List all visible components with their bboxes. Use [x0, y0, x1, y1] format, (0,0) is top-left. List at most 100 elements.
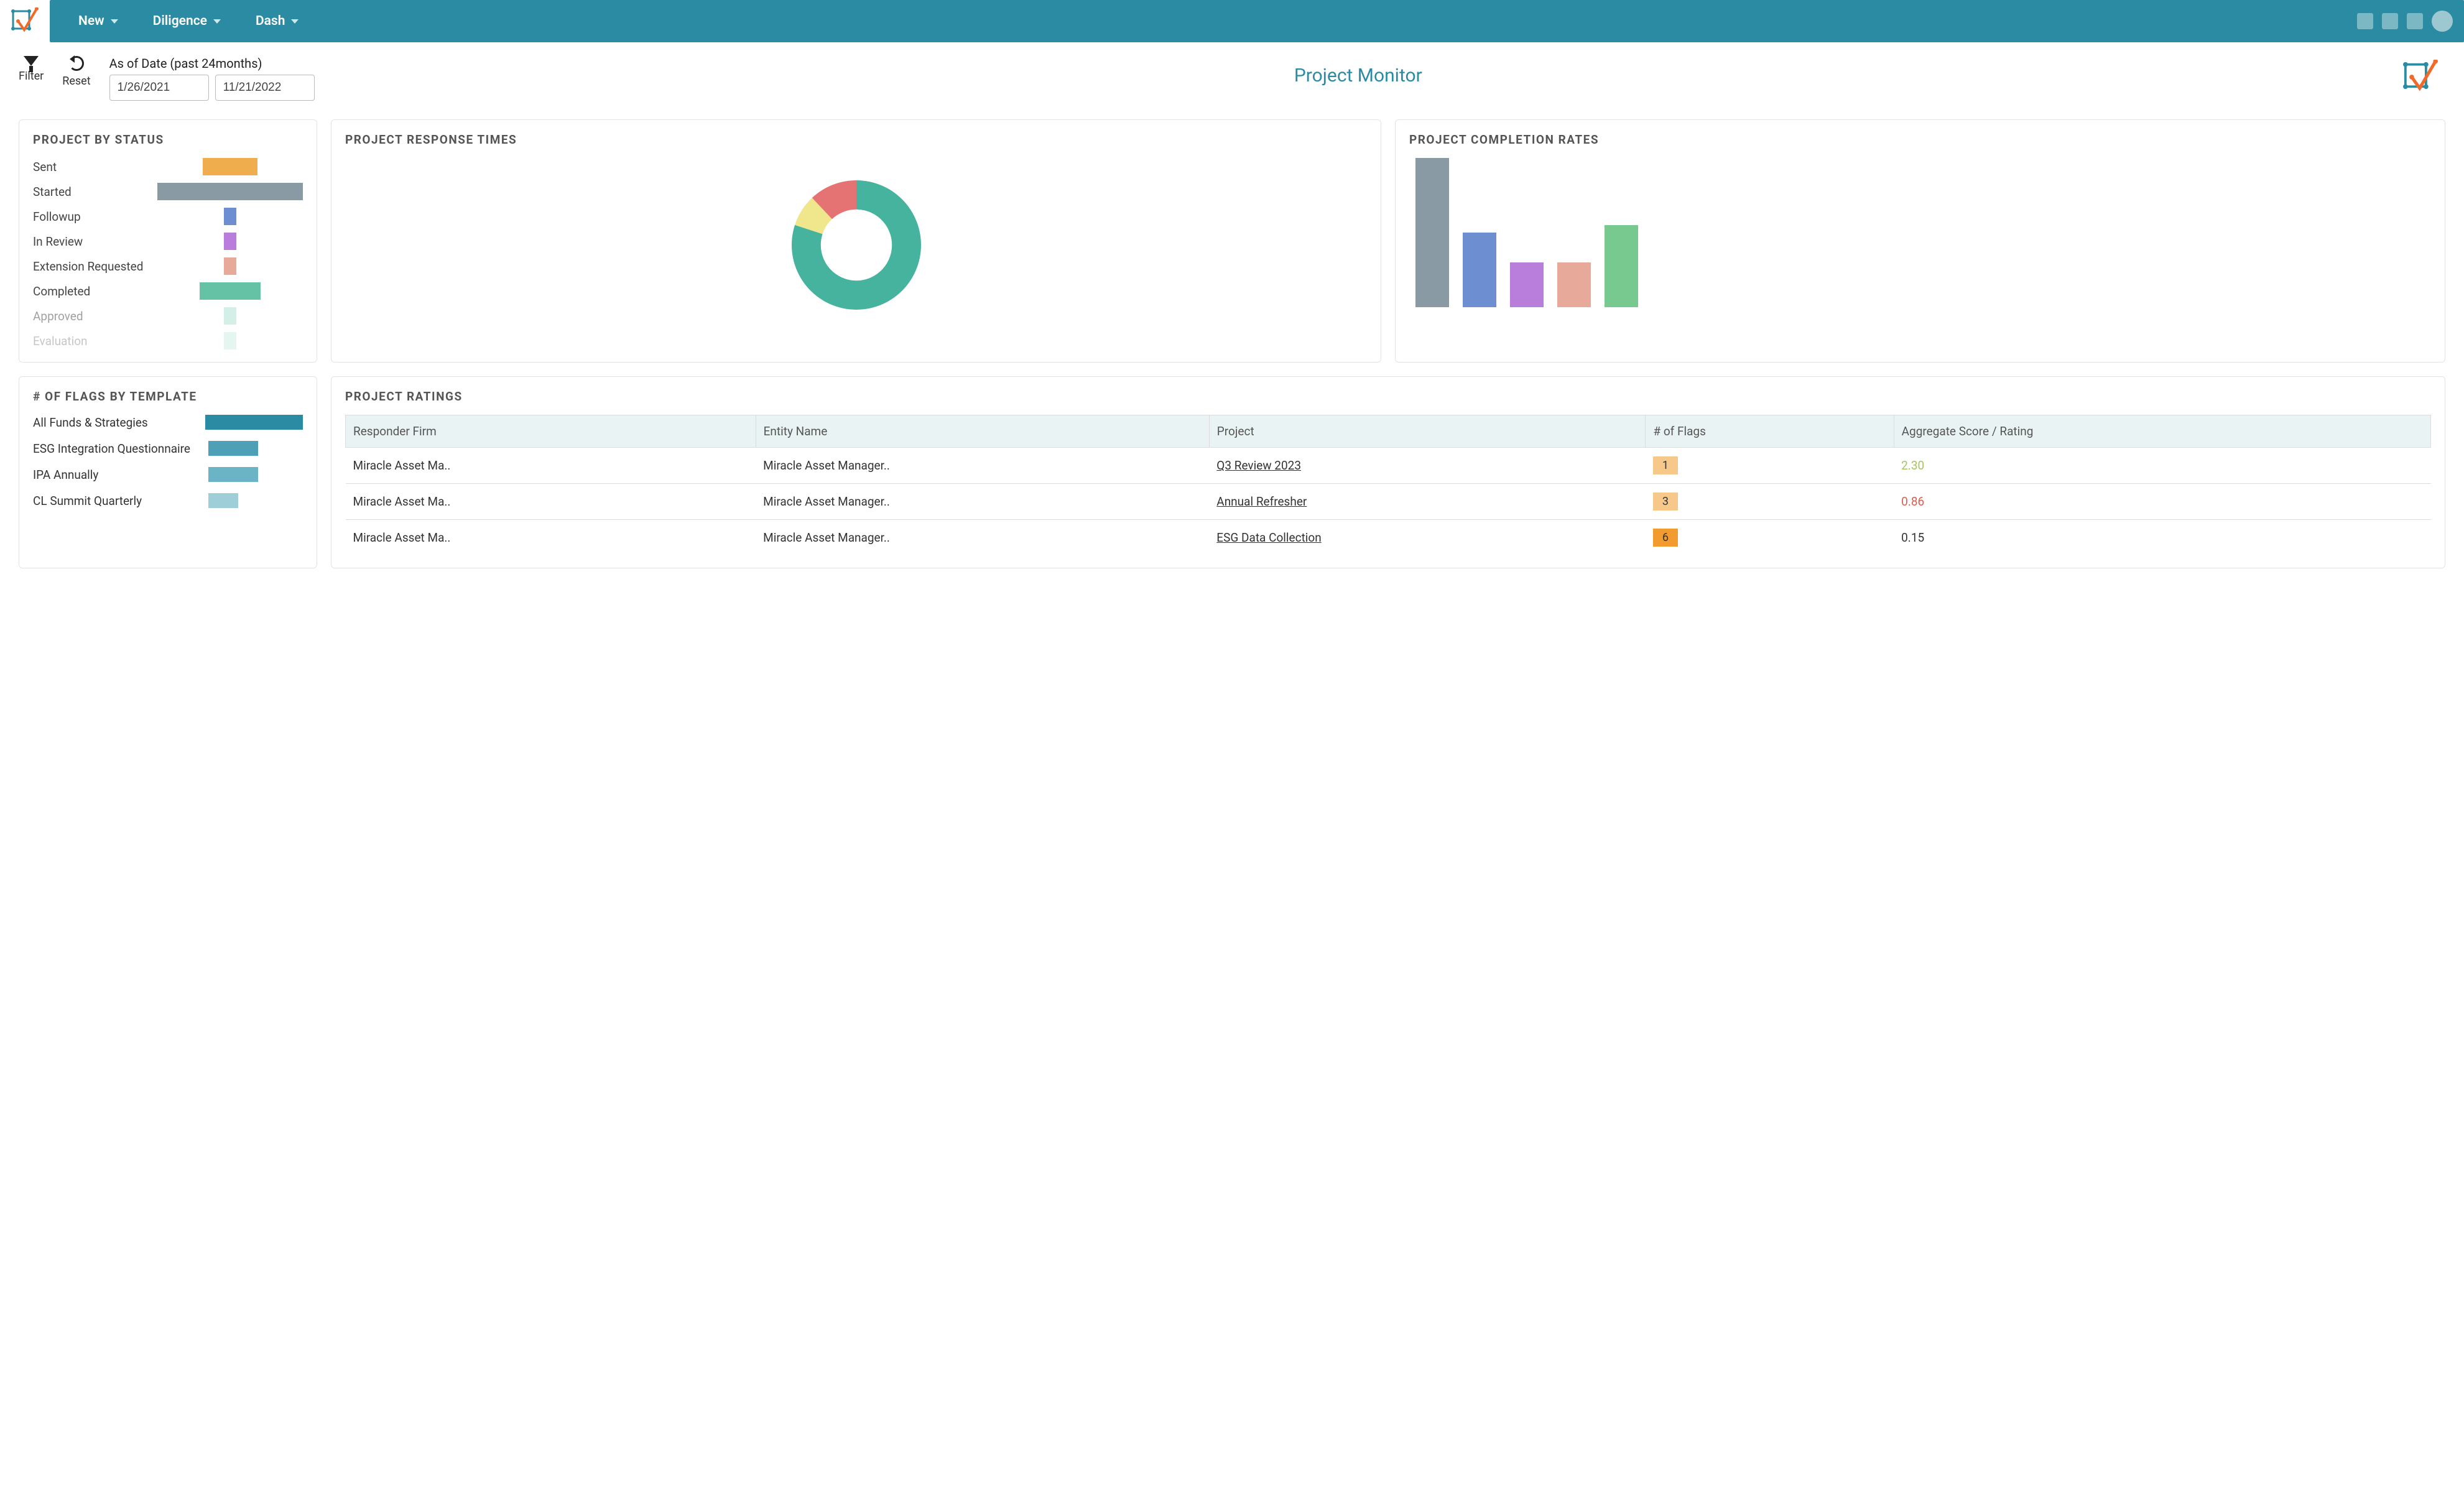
status-label: Sent: [33, 160, 157, 174]
nav-label: Dash: [256, 14, 285, 29]
status-row[interactable]: Followup: [33, 208, 303, 225]
project-cell: Q3 Review 2023: [1209, 448, 1646, 484]
project-cell: ESG Data Collection: [1209, 520, 1646, 556]
table-header[interactable]: Aggregate Score / Rating: [1894, 415, 2430, 448]
card-project-by-status: PROJECT BY STATUS Sent Started Followup In …: [19, 119, 317, 363]
status-track: [157, 233, 303, 250]
table-row: Miracle Asset Ma..Miracle Asset Manager.…: [346, 448, 2431, 484]
nav-label: New: [78, 14, 104, 29]
status-track: [157, 332, 303, 349]
table-header-row: Responder FirmEntity NameProject# of Fla…: [346, 415, 2431, 448]
filter-icon: [24, 56, 39, 66]
status-row[interactable]: Approved: [33, 307, 303, 325]
flags-cell: 6: [1646, 520, 1894, 556]
status-label: Completed: [33, 284, 157, 298]
nav-app-3[interactable]: [2407, 13, 2423, 29]
chevron-down-icon: [291, 19, 299, 24]
nav-right: [2357, 11, 2453, 32]
table-cell: Miracle Asset Ma..: [346, 520, 756, 556]
card-project-ratings: PROJECT RATINGS Responder FirmEntity Nam…: [331, 376, 2445, 568]
card-title: PROJECT BY STATUS: [33, 132, 303, 147]
status-label: Started: [33, 185, 157, 199]
status-row[interactable]: Evaluation: [33, 332, 303, 349]
project-link[interactable]: Q3 Review 2023: [1216, 458, 1301, 473]
flag-count-badge: 3: [1653, 493, 1678, 511]
card-title: # OF FLAGS BY TEMPLATE: [33, 389, 303, 404]
flag-row[interactable]: ESG Integration Questionnaire: [33, 441, 303, 456]
main-nav: New Diligence Dash: [50, 0, 2464, 42]
status-label: Extension Requested: [33, 259, 157, 274]
card-flags-by-template: # OF FLAGS BY TEMPLATE All Funds & Strat…: [19, 376, 317, 568]
card-completion-rates: PROJECT COMPLETION RATES: [1395, 119, 2445, 363]
reset-button[interactable]: Reset: [62, 56, 90, 88]
donut-chart: [345, 158, 1367, 332]
score-cell: 0.15: [1894, 520, 2430, 556]
status-row[interactable]: In Review: [33, 233, 303, 250]
completion-bar[interactable]: [1463, 233, 1496, 307]
status-track: [157, 183, 303, 200]
table-cell: Miracle Asset Ma..: [346, 448, 756, 484]
flag-bar: [208, 493, 238, 508]
table-header[interactable]: Project: [1209, 415, 1646, 448]
status-row[interactable]: Extension Requested: [33, 257, 303, 275]
score-cell: 2.30: [1894, 448, 2430, 484]
cards-row2: # OF FLAGS BY TEMPLATE All Funds & Strat…: [0, 376, 2464, 587]
status-track: [157, 208, 303, 225]
brand-logo: [2402, 56, 2445, 97]
flag-row[interactable]: IPA Annually: [33, 467, 303, 482]
completion-bar[interactable]: [1557, 262, 1591, 307]
status-bar: [203, 158, 257, 175]
chevron-down-icon: [111, 19, 118, 24]
card-title: PROJECT RESPONSE TIMES: [345, 132, 1367, 147]
filter-button[interactable]: Filter: [19, 56, 44, 83]
flag-bar: [208, 467, 258, 482]
table-cell: Miracle Asset Manager..: [756, 448, 1209, 484]
status-bar: [224, 307, 236, 325]
table-cell: Miracle Asset Manager..: [756, 520, 1209, 556]
completion-bar[interactable]: [1415, 158, 1449, 307]
project-cell: Annual Refresher: [1209, 484, 1646, 520]
topbar: New Diligence Dash: [0, 0, 2464, 42]
status-track: [157, 282, 303, 300]
card-title: PROJECT COMPLETION RATES: [1409, 132, 2431, 147]
card-title: PROJECT RATINGS: [345, 389, 2431, 404]
date-to-input[interactable]: [215, 75, 315, 101]
status-track: [157, 158, 303, 175]
avatar[interactable]: [2432, 11, 2453, 32]
nav-new[interactable]: New: [61, 14, 136, 29]
status-row[interactable]: Sent: [33, 158, 303, 175]
status-bar: [157, 183, 303, 200]
table-row: Miracle Asset Ma..Miracle Asset Manager.…: [346, 520, 2431, 556]
nav-dash[interactable]: Dash: [238, 14, 316, 29]
date-from-input[interactable]: [109, 75, 209, 101]
table-header[interactable]: Entity Name: [756, 415, 1209, 448]
table-header[interactable]: Responder Firm: [346, 415, 756, 448]
flag-bar: [205, 415, 303, 430]
flag-count-badge: 6: [1653, 529, 1678, 547]
project-link[interactable]: Annual Refresher: [1216, 494, 1307, 509]
status-bar: [224, 233, 236, 250]
flag-label: IPA Annually: [33, 468, 201, 482]
nav-app-1[interactable]: [2357, 13, 2373, 29]
completion-bar[interactable]: [1510, 262, 1544, 307]
project-link[interactable]: ESG Data Collection: [1216, 530, 1321, 545]
flag-row[interactable]: All Funds & Strategies: [33, 415, 303, 430]
nav-diligence[interactable]: Diligence: [136, 14, 238, 29]
date-range-label: As of Date (past 24months): [109, 56, 315, 71]
flag-label: CL Summit Quarterly: [33, 494, 201, 508]
status-row[interactable]: Completed: [33, 282, 303, 300]
app-logo: [0, 0, 50, 42]
score-value: 0.86: [1901, 494, 1924, 509]
chevron-down-icon: [213, 19, 221, 24]
table-header[interactable]: # of Flags: [1646, 415, 1894, 448]
status-track: [157, 257, 303, 275]
table-cell: Miracle Asset Manager..: [756, 484, 1209, 520]
flag-row[interactable]: CL Summit Quarterly: [33, 493, 303, 508]
date-range-group: As of Date (past 24months): [109, 56, 315, 101]
status-bar: [200, 282, 261, 300]
score-value: 0.15: [1901, 530, 1924, 545]
status-row[interactable]: Started: [33, 183, 303, 200]
nav-app-2[interactable]: [2382, 13, 2398, 29]
table-cell: Miracle Asset Ma..: [346, 484, 756, 520]
completion-bar[interactable]: [1605, 225, 1638, 307]
